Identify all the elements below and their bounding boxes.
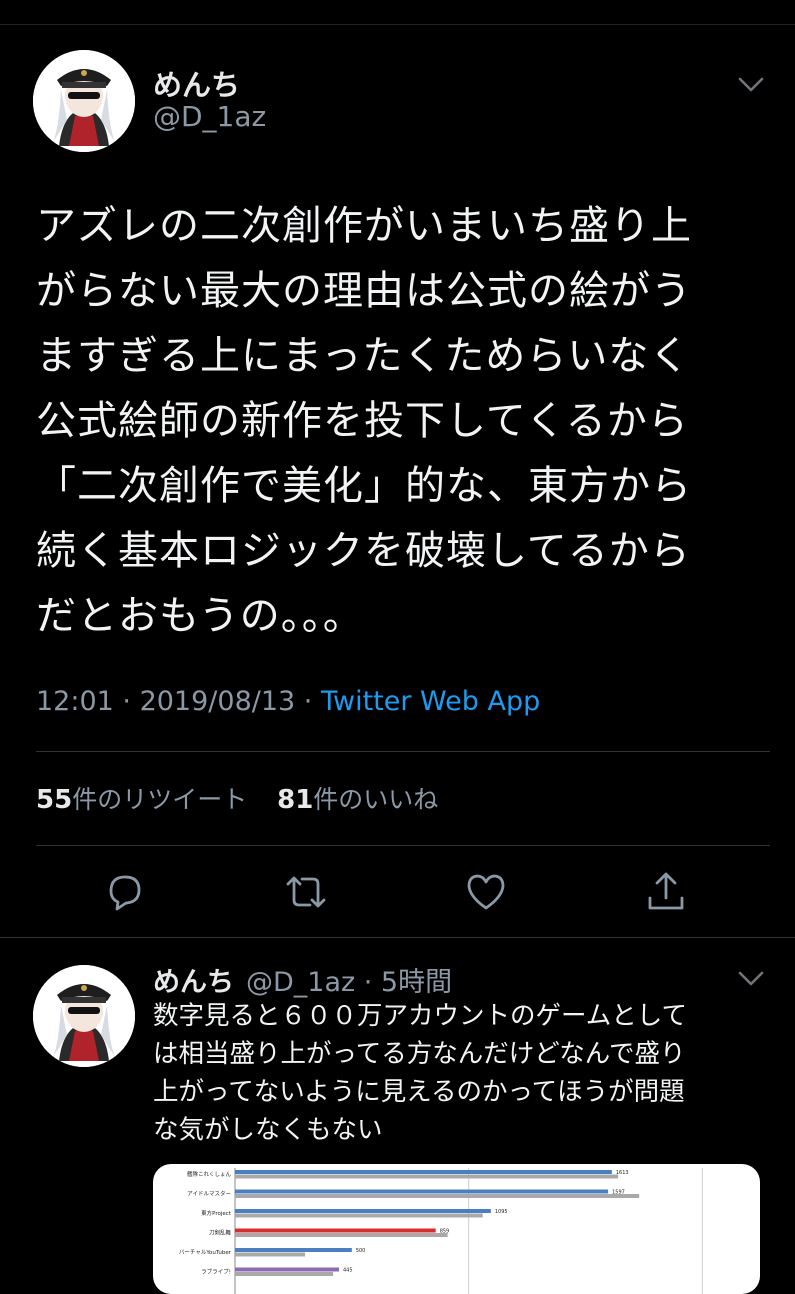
chevron-down-icon[interactable]	[738, 76, 764, 94]
avatar[interactable]	[33, 50, 135, 152]
tweet-date[interactable]: 2019/08/13	[140, 686, 296, 717]
chart-category-label: ラブライブ!	[201, 1268, 231, 1276]
avatar-image	[33, 50, 135, 152]
chart-bar-secondary	[235, 1174, 619, 1179]
chart-category-label: バーチャルYouTuber	[179, 1249, 232, 1256]
chart-bar	[235, 1170, 612, 1174]
chart-data-label: 1095	[495, 1209, 508, 1215]
chart-bar-secondary	[235, 1272, 334, 1276]
handle[interactable]: @D_1az	[153, 100, 266, 133]
tweet-line: アズレの二次創作がいまいち盛り上	[36, 203, 692, 249]
like-icon	[467, 874, 505, 910]
chart-data-label: 445	[343, 1268, 353, 1274]
reply-line: な気がしなくもない	[153, 1115, 383, 1145]
source-app-link[interactable]: Twitter Web App	[321, 686, 540, 717]
chart-bar-secondary	[235, 1213, 483, 1218]
chart-bar	[235, 1209, 491, 1213]
tweet-line: ますぎる上にまったくためらいなく	[36, 333, 691, 379]
share-button[interactable]	[642, 868, 690, 916]
display-name[interactable]: めんち	[153, 62, 240, 104]
like-button[interactable]	[462, 868, 510, 916]
retweet-button[interactable]	[282, 868, 330, 916]
avatar-image	[33, 965, 135, 1067]
tweet-line: 公式絵師の新作を投下してくるから	[36, 398, 689, 444]
chart-data-label: 1613	[616, 1170, 629, 1176]
chart-category-label: 艦隊これくしょん	[187, 1170, 232, 1178]
tweet-line: だとおもうの。。。	[36, 593, 364, 639]
chart-bar	[235, 1189, 609, 1194]
tweet-text: アズレの二次創作がいまいち盛り上 がらない最大の理由は公式の絵がう ますぎる上に…	[36, 194, 766, 649]
chart-bar-secondary	[235, 1233, 448, 1237]
divider	[36, 845, 770, 846]
reply-line: は相当盛り上がってる方なんだけどなんで盛り	[153, 1039, 686, 1069]
reply-line: 数字見ると６００万アカウントのゲームとして	[153, 1001, 687, 1031]
reply-icon	[109, 875, 141, 911]
divider	[0, 937, 795, 938]
reply-handle-time[interactable]: @D_1az · 5時間	[246, 960, 452, 999]
chart-bar	[235, 1228, 436, 1233]
reply-line: 上がってないように見えるのかってほうが問題	[153, 1077, 685, 1107]
chart-category-label: 刀剣乱舞	[209, 1229, 232, 1237]
bar-chart: 艦隊これくしょん 1613 アイドルマスター 1597 東方Project 1095 刀剣乱…	[179, 1168, 703, 1294]
chart-data-label: 859	[440, 1229, 450, 1235]
chevron-down-icon[interactable]	[738, 970, 764, 988]
reply-button[interactable]	[101, 868, 149, 916]
chart-bar-secondary	[235, 1252, 306, 1257]
tweet-time[interactable]: 12:01	[36, 686, 114, 717]
tweet-line: 「二次創作で美化」的な、東方から	[36, 463, 692, 509]
chart-category-label: 東方Project	[201, 1209, 232, 1217]
tweet-line: 続く基本ロジックを破壊してるから	[36, 528, 691, 574]
chart-category-label: アイドルマスター	[187, 1190, 231, 1198]
tweet-line: がらない最大の理由は公式の絵がう	[36, 268, 692, 314]
chart-bar-secondary	[235, 1194, 640, 1198]
divider	[36, 751, 770, 752]
chart-data-label: 500	[356, 1248, 366, 1254]
tweet-stats: 55件のリツイート 81件のいいね	[36, 780, 438, 816]
attached-chart-image[interactable]: 艦隊これくしょん 1613 アイドルマスター 1597 東方Project 1095 刀剣乱…	[153, 1164, 760, 1294]
retweet-icon	[286, 876, 326, 908]
reply-text: 数字見ると６００万アカウントのゲームとして は相当盛り上がってる方なんだけどなん…	[153, 997, 753, 1149]
chart-bar	[235, 1267, 339, 1272]
like-stat[interactable]: 81件のいいね	[277, 785, 438, 815]
share-icon	[648, 872, 684, 910]
reply-display-name[interactable]: めんち	[153, 960, 234, 999]
reply-avatar[interactable]	[33, 965, 135, 1067]
chart-data-label: 1597	[612, 1190, 625, 1196]
tweet-meta: 12:01 · 2019/08/13 · Twitter Web App	[36, 686, 541, 717]
top-divider	[0, 24, 795, 25]
chart-bar	[235, 1248, 352, 1252]
retweet-stat[interactable]: 55件のリツイート	[36, 785, 247, 815]
